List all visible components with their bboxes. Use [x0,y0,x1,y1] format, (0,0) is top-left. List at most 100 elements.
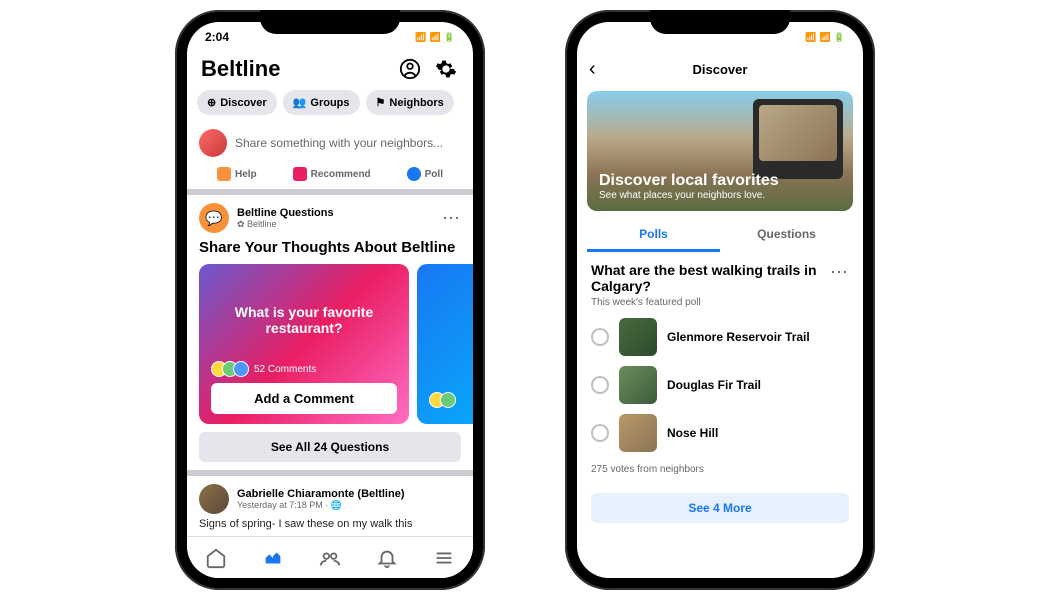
votes-count: 275 votes from neighbors [591,464,849,475]
hero-banner[interactable]: Discover local favorites See what places… [587,91,853,211]
bottom-tabbar [187,536,473,578]
tab-home-icon[interactable] [205,547,227,569]
radio-icon[interactable] [591,328,609,346]
avatars-stack [429,392,456,408]
battery-icon: 🔋 [834,32,845,43]
user-avatar [199,129,227,157]
screen-right: 📶 📶 🔋 ‹ Discover Discover local favorite… [577,22,863,578]
poll-icon [407,167,421,181]
question-cards[interactable]: What is your favorite restaurant? 52 Com… [187,264,473,424]
see-more-button[interactable]: See 4 More [591,493,849,523]
battery-icon: 🔋 [444,32,455,43]
tab-menu-icon[interactable] [433,547,455,569]
tab-neighborhood-icon[interactable] [262,547,284,569]
option-label: Nose Hill [667,426,718,440]
flag-icon: ⚑ [376,96,386,109]
avatars-stack [211,361,249,377]
poll-option[interactable]: Glenmore Reservoir Trail [591,318,849,356]
chip-discover[interactable]: ⊕ Discover [197,90,277,115]
questions-avatar-icon: 💬 [199,203,229,233]
poll-question: What are the best walking trails in Calg… [591,262,830,294]
chip-label: Discover [220,97,266,109]
feed-post-header: Gabrielle Chiaramonte (Beltline) Yesterd… [199,484,461,514]
composer-input[interactable]: Share something with your neighbors... [235,136,461,150]
tab-notifications-icon[interactable] [376,547,398,569]
option-image [619,366,657,404]
radio-icon[interactable] [591,424,609,442]
action-poll[interactable]: Poll [407,167,443,181]
questions-title: Share Your Thoughts About Beltline [187,237,473,264]
poll-options: Glenmore Reservoir Trail Douglas Fir Tra… [591,318,849,452]
feed-author: Gabrielle Chiaramonte (Beltline) [237,488,404,500]
poll-subtitle: This week's featured poll [591,297,849,308]
phone-left: 2:04 📶 📶 🔋 Beltline ⊕ Discover [175,10,485,590]
status-indicators: 📶 📶 🔋 [805,32,845,43]
more-icon[interactable]: ⋯ [442,208,461,229]
notch [260,10,400,34]
hero-title: Discover local favorites [599,172,841,190]
gear-icon[interactable] [433,56,459,82]
discover-tabs: Polls Questions [587,219,853,252]
see-all-questions-button[interactable]: See All 24 Questions [199,432,461,462]
radio-icon[interactable] [591,376,609,394]
tab-questions[interactable]: Questions [720,219,853,252]
feed-post[interactable]: Gabrielle Chiaramonte (Beltline) Yesterd… [187,476,473,538]
groups-icon: 👥 [293,96,307,109]
poll-option[interactable]: Douglas Fir Trail [591,366,849,404]
recommend-icon [293,167,307,181]
composer-actions: Help Recommend Poll [187,163,473,195]
screen-left: 2:04 📶 📶 🔋 Beltline ⊕ Discover [187,22,473,578]
card-question: What is your favorite restaurant? [211,278,397,361]
signal-icon: 📶 [805,32,816,43]
discover-header: ‹ Discover [577,52,863,91]
feed-avatar [199,484,229,514]
status-time: 2:04 [205,30,229,44]
option-image [619,414,657,452]
more-icon[interactable]: ⋯ [830,262,849,294]
help-icon [217,167,231,181]
notch [650,10,790,34]
card-question: Whe [429,278,473,392]
action-recommend[interactable]: Recommend [293,167,371,181]
post-sublabel: ✿ Beltline [237,219,434,230]
comments-count: 52 Comments [254,364,316,375]
chip-neighbors[interactable]: ⚑ Neighbors [366,90,454,115]
composer[interactable]: Share something with your neighbors... [187,123,473,163]
header-icons [397,56,459,82]
post-author: Beltline Questions [237,207,434,219]
featured-poll: What are the best walking trails in Calg… [577,252,863,485]
add-comment-button[interactable]: Add a Comment [211,383,397,414]
compass-icon: ⊕ [207,96,216,109]
mirror-graphic [753,99,843,179]
status-indicators: 📶 📶 🔋 [415,32,455,43]
card-comments-row [429,392,473,408]
feed-timestamp: Yesterday at 7:18 PM · 🌐 [237,500,404,511]
card-comments-row: 52 Comments [211,361,397,377]
signal-icon: 📶 [415,32,426,43]
wifi-icon: 📶 [430,32,441,43]
hero-subtitle: See what places your neighbors love. [599,190,841,201]
discover-title: Discover [609,62,831,77]
page-title: Beltline [201,56,280,82]
tab-groups-icon[interactable] [319,547,341,569]
chip-groups[interactable]: 👥 Groups [283,90,360,115]
profile-icon[interactable] [397,56,423,82]
option-label: Glenmore Reservoir Trail [667,330,810,344]
poll-option[interactable]: Nose Hill [591,414,849,452]
back-button[interactable]: ‹ [589,58,609,81]
question-card[interactable]: Whe [417,264,473,424]
action-label: Recommend [311,169,371,180]
phone-right: 📶 📶 🔋 ‹ Discover Discover local favorite… [565,10,875,590]
filter-chips: ⊕ Discover 👥 Groups ⚑ Neighbors [187,90,473,123]
option-label: Douglas Fir Trail [667,378,761,392]
action-help[interactable]: Help [217,167,257,181]
chip-label: Neighbors [389,97,443,109]
action-label: Poll [425,169,443,180]
feed-text: Signs of spring- I saw these on my walk … [199,514,461,530]
questions-post-header: 💬 Beltline Questions ✿ Beltline ⋯ [187,195,473,237]
tab-polls[interactable]: Polls [587,219,720,252]
chip-label: Groups [310,97,349,109]
question-card[interactable]: What is your favorite restaurant? 52 Com… [199,264,409,424]
post-meta: Beltline Questions ✿ Beltline [237,207,434,230]
wifi-icon: 📶 [820,32,831,43]
